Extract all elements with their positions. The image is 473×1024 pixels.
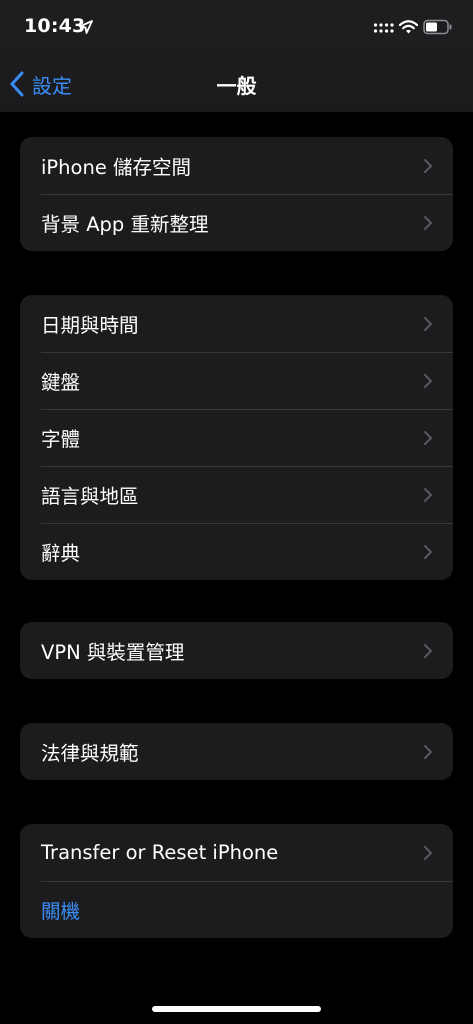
- settings-group-reset: Transfer or Reset iPhone 關機: [20, 824, 453, 938]
- row-dictionary[interactable]: 辭典: [20, 523, 453, 580]
- page-title: 一般: [216, 74, 257, 98]
- row-iphone-storage[interactable]: iPhone 儲存空間: [20, 137, 453, 194]
- row-shut-down[interactable]: 關機: [20, 881, 453, 938]
- home-indicator[interactable]: [152, 1006, 321, 1012]
- chevron-right-icon: [424, 744, 432, 759]
- row-label: 法律與規範: [41, 742, 139, 765]
- row-label: Transfer or Reset iPhone: [41, 841, 279, 864]
- chevron-right-icon: [424, 643, 432, 658]
- chevron-right-icon: [424, 316, 432, 331]
- settings-group-regional: 日期與時間 鍵盤 字體 語言與地區 辭典: [20, 295, 453, 580]
- chevron-right-icon: [424, 544, 432, 559]
- row-label: VPN 與裝置管理: [41, 641, 185, 664]
- row-fonts[interactable]: 字體: [20, 409, 453, 466]
- row-label: 日期與時間: [41, 314, 139, 337]
- chevron-right-icon: [424, 487, 432, 502]
- chevron-right-icon: [424, 215, 432, 230]
- row-vpn-device-management[interactable]: VPN 與裝置管理: [20, 622, 453, 679]
- settings-general-screen: 10:43 設定 一般 iPhone 儲存空間 背景 App 重新整理 日期與時…: [0, 0, 473, 1024]
- settings-group-legal: 法律與規範: [20, 723, 453, 780]
- row-keyboard[interactable]: 鍵盤: [20, 352, 453, 409]
- row-label: 字體: [41, 428, 81, 451]
- location-arrow-icon: [79, 20, 93, 34]
- row-label: 背景 App 重新整理: [41, 213, 209, 236]
- shut-down-button: 關機: [41, 900, 81, 923]
- status-time: 10:43: [24, 15, 86, 37]
- navigation-bar: 設定 一般: [0, 56, 473, 112]
- chevron-right-icon: [424, 430, 432, 445]
- settings-group-storage: iPhone 儲存空間 背景 App 重新整理: [20, 137, 453, 251]
- row-legal-regulatory[interactable]: 法律與規範: [20, 723, 453, 780]
- row-background-app-refresh[interactable]: 背景 App 重新整理: [20, 194, 453, 251]
- chevron-right-icon: [424, 158, 432, 173]
- row-label: iPhone 儲存空間: [41, 156, 192, 179]
- row-label: 語言與地區: [41, 485, 139, 508]
- row-language-region[interactable]: 語言與地區: [20, 466, 453, 523]
- battery-icon: [423, 19, 452, 35]
- cellular-signal-icon: [373, 23, 394, 33]
- status-bar: 10:43: [0, 0, 473, 56]
- row-date-time[interactable]: 日期與時間: [20, 295, 453, 352]
- chevron-right-icon: [424, 845, 432, 860]
- settings-group-vpn: VPN 與裝置管理: [20, 622, 453, 679]
- row-label: 辭典: [41, 542, 81, 565]
- row-transfer-reset[interactable]: Transfer or Reset iPhone: [20, 824, 453, 881]
- header: 10:43 設定 一般: [0, 0, 473, 112]
- wifi-icon: [399, 20, 418, 34]
- row-label: 鍵盤: [41, 371, 81, 394]
- chevron-right-icon: [424, 373, 432, 388]
